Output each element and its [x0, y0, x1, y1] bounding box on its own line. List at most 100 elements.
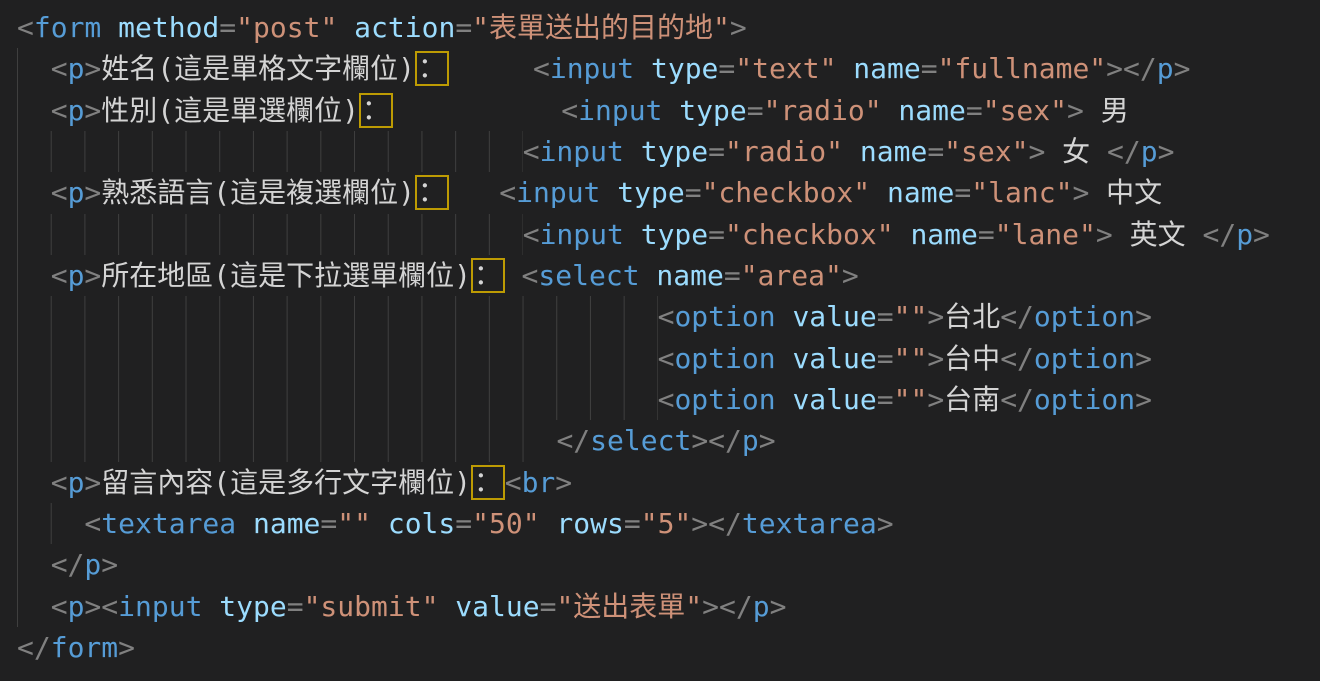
whitespace-gap [640, 255, 657, 296]
token-punctuation: = [978, 218, 995, 251]
token-punctuation: < [51, 590, 68, 623]
token-punctuation: = [927, 135, 944, 168]
code-line[interactable]: <p>性別(這是單選欄位)：<inputtype="radio"name="se… [17, 90, 1320, 131]
token-punctuation: > [118, 631, 135, 664]
token-plain-text: 女 [1045, 135, 1107, 168]
code-line[interactable]: <inputtype="checkbox"name="lane"> 英文 </p… [17, 214, 1320, 255]
code-line[interactable]: <p><inputtype="submit"value="送出表單"></p> [17, 586, 1320, 627]
token-punctuation: > [101, 548, 118, 581]
code-line[interactable]: <inputtype="radio"name="sex"> 女 </p> [17, 131, 1320, 172]
token-plain-text: 中文 [1089, 176, 1162, 209]
unicode-highlight-box: ： [415, 51, 449, 86]
indent-guides [17, 131, 523, 172]
token-punctuation: < [51, 466, 68, 499]
token-punctuation: > [1096, 218, 1113, 251]
code-line[interactable]: <p>所在地區(這是下拉選單欄位)：<selectname="area"> [17, 255, 1320, 296]
whitespace-gap [882, 90, 899, 131]
token-tag-name: option [674, 342, 775, 375]
token-string-value: "lane" [995, 218, 1096, 251]
code-line[interactable]: <p>熟悉語言(這是複選欄位)：<inputtype="checkbox"nam… [17, 172, 1320, 213]
token-string-value: "radio" [764, 94, 882, 127]
token-string-value: "post" [236, 11, 337, 44]
code-line[interactable]: </select></p> [17, 420, 1320, 461]
token-punctuation: </ [17, 631, 51, 664]
token-punctuation: > [1135, 342, 1152, 375]
whitespace-gap [438, 586, 455, 627]
indent-guides [17, 90, 51, 131]
token-attribute-name: type [641, 218, 708, 251]
token-attribute-name: name [910, 218, 977, 251]
token-punctuation: > [84, 259, 101, 292]
code-editor[interactable]: <formmethod="post"action="表單送出的目的地"><p>姓… [0, 0, 1320, 681]
unicode-highlight-box: ： [415, 175, 449, 210]
code-line[interactable]: <formmethod="post"action="表單送出的目的地"> [17, 7, 1320, 48]
indent-guides [17, 462, 51, 503]
indent-guides [17, 48, 51, 89]
token-string-value: "" [337, 507, 371, 540]
token-punctuation: </ [1000, 342, 1034, 375]
code-line[interactable]: <p>姓名(這是單格文字欄位)：<inputtype="text"name="f… [17, 48, 1320, 89]
whitespace-gap [776, 296, 793, 337]
token-punctuation: < [84, 507, 101, 540]
token-punctuation: > [1135, 300, 1152, 333]
whitespace-gap [600, 172, 617, 213]
token-tag-name: p [68, 94, 85, 127]
token-punctuation: > [84, 176, 101, 209]
token-tag-name: option [674, 383, 775, 416]
token-punctuation: < [561, 94, 578, 127]
token-punctuation: < [51, 52, 68, 85]
token-string-value: "radio" [725, 135, 843, 168]
code-line[interactable]: <optionvalue="">台中</option> [17, 338, 1320, 379]
token-tag-name: p [68, 259, 85, 292]
token-punctuation: </ [1000, 383, 1034, 416]
token-punctuation: = [287, 590, 304, 623]
token-punctuation: = [954, 176, 971, 209]
whitespace-gap [540, 503, 557, 544]
token-attribute-name: name [853, 52, 920, 85]
token-punctuation: </ [719, 590, 753, 623]
token-punctuation: > [877, 507, 894, 540]
whitespace-gap [449, 172, 500, 213]
token-attribute-name: name [898, 94, 965, 127]
token-punctuation: = [718, 52, 735, 85]
token-tag-name: p [68, 466, 85, 499]
code-line[interactable]: <optionvalue="">台南</option> [17, 379, 1320, 420]
code-line[interactable]: </p> [17, 544, 1320, 585]
token-string-value: "text" [735, 52, 836, 85]
token-punctuation: = [724, 259, 741, 292]
whitespace-gap [393, 90, 562, 131]
code-line[interactable]: <textareaname=""cols="50"rows="5"></text… [17, 503, 1320, 544]
code-line[interactable]: </form> [17, 627, 1320, 668]
token-punctuation: > [1174, 52, 1191, 85]
token-attribute-name: type [219, 590, 286, 623]
token-tag-name: form [51, 631, 118, 664]
token-plain-text: 台北 [944, 300, 1000, 333]
token-tag-name: p [742, 424, 759, 457]
code-line[interactable]: <optionvalue="">台北</option> [17, 296, 1320, 337]
token-punctuation: < [505, 466, 522, 499]
token-punctuation: < [658, 342, 675, 375]
whitespace-gap [776, 379, 793, 420]
token-tag-name: input [578, 94, 662, 127]
token-punctuation: = [747, 94, 764, 127]
unicode-highlight-box: ： [359, 93, 393, 128]
token-tag-name: textarea [742, 507, 877, 540]
whitespace-gap [870, 172, 887, 213]
token-attribute-name: name [656, 259, 723, 292]
token-string-value: "5" [641, 507, 692, 540]
whitespace-gap [776, 338, 793, 379]
token-tag-name: select [590, 424, 691, 457]
whitespace-gap [836, 48, 853, 89]
token-punctuation: </ [708, 507, 742, 540]
token-punctuation: = [966, 94, 983, 127]
code-line[interactable]: <p>留言內容(這是多行文字欄位)：<br> [17, 462, 1320, 503]
token-punctuation: > [770, 590, 787, 623]
token-punctuation: > [927, 383, 944, 416]
token-string-value: "" [894, 300, 928, 333]
whitespace-gap [634, 48, 651, 89]
whitespace-gap [843, 131, 860, 172]
token-string-value: "表單送出的目的地" [472, 11, 730, 44]
indent-guides [17, 172, 51, 213]
token-tag-name: br [522, 466, 556, 499]
token-punctuation: < [51, 259, 68, 292]
